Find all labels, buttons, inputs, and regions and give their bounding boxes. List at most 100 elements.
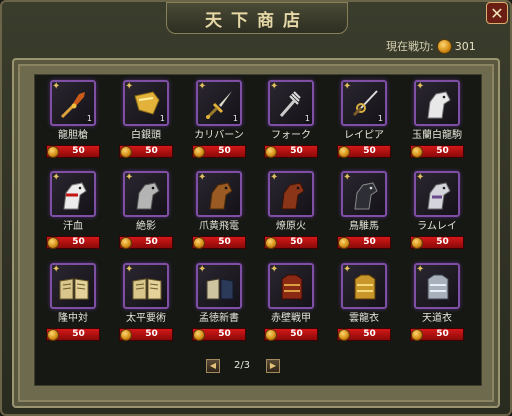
- silver-armor-icon: [422, 271, 454, 303]
- shop-item: ✦ 雲龍衣 50: [329, 259, 399, 349]
- red-armor-icon: [276, 271, 308, 303]
- item-name: 太平要術: [126, 313, 166, 324]
- shop-item: ✦ 玉蘭白龍駒 50: [402, 76, 472, 166]
- star-badge-icon: ✦: [416, 81, 425, 92]
- item-name: 玉蘭白龍駒: [412, 130, 462, 141]
- item-quantity: 1: [159, 114, 165, 123]
- item-quantity: 1: [377, 114, 383, 123]
- buy-button[interactable]: 50: [337, 328, 391, 341]
- item-slot[interactable]: ✦: [414, 171, 460, 217]
- star-badge-icon: ✦: [52, 264, 61, 275]
- buy-button[interactable]: 50: [410, 145, 464, 158]
- item-slot[interactable]: ✦ 1: [341, 80, 387, 126]
- coin-icon: [412, 146, 422, 157]
- prev-page-button[interactable]: ◀: [206, 359, 220, 373]
- buy-button[interactable]: 50: [46, 145, 100, 158]
- shop-item: ✦ 汗血 50: [38, 167, 108, 257]
- item-name: 鳥騅馬: [349, 221, 379, 232]
- buy-button[interactable]: 50: [192, 328, 246, 341]
- star-badge-icon: ✦: [198, 264, 207, 275]
- merit-display: 現在戦功: 301: [386, 38, 476, 54]
- coin-icon: [339, 146, 349, 157]
- buy-button[interactable]: 50: [410, 236, 464, 249]
- item-price: 50: [145, 329, 158, 339]
- item-price: 50: [436, 329, 449, 339]
- item-slot[interactable]: ✦: [196, 263, 242, 309]
- buy-button[interactable]: 50: [337, 236, 391, 249]
- sword-icon: [204, 88, 236, 120]
- buy-button[interactable]: 50: [337, 145, 391, 158]
- star-badge-icon: ✦: [270, 264, 279, 275]
- buy-button[interactable]: 50: [410, 328, 464, 341]
- item-price: 50: [290, 146, 303, 156]
- coin-icon: [194, 329, 204, 340]
- item-slot[interactable]: ✦: [50, 263, 96, 309]
- item-slot[interactable]: ✦: [268, 263, 314, 309]
- item-slot[interactable]: ✦: [341, 171, 387, 217]
- buy-button[interactable]: 50: [119, 236, 173, 249]
- buy-button[interactable]: 50: [192, 236, 246, 249]
- item-price: 50: [218, 146, 231, 156]
- item-slot[interactable]: ✦ 1: [50, 80, 96, 126]
- buy-button[interactable]: 50: [264, 145, 318, 158]
- coin-icon: [339, 237, 349, 248]
- item-price: 50: [218, 329, 231, 339]
- item-slot[interactable]: ✦: [196, 171, 242, 217]
- item-slot[interactable]: ✦ 1: [196, 80, 242, 126]
- item-slot[interactable]: ✦: [414, 80, 460, 126]
- item-slot[interactable]: ✦: [268, 171, 314, 217]
- shop-item: ✦ 太平要術 50: [111, 259, 181, 349]
- star-badge-icon: ✦: [343, 81, 352, 92]
- shop-item: ✦ 鳥騅馬 50: [329, 167, 399, 257]
- grey-horse-icon: [131, 179, 163, 211]
- coin-icon: [339, 329, 349, 340]
- item-slot[interactable]: ✦: [50, 171, 96, 217]
- close-button[interactable]: ✕: [486, 2, 508, 24]
- coin-icon: [437, 39, 451, 53]
- item-slot[interactable]: ✦: [414, 263, 460, 309]
- star-badge-icon: ✦: [52, 172, 61, 183]
- gold-armor-icon: [349, 271, 381, 303]
- shop-item: ✦ 1 フォーク 50: [256, 76, 326, 166]
- shop-item: ✦ 燎原火 50: [256, 167, 326, 257]
- item-name: 絶影: [136, 221, 156, 232]
- buy-button[interactable]: 50: [119, 328, 173, 341]
- item-price: 50: [72, 329, 85, 339]
- buy-button[interactable]: 50: [264, 328, 318, 341]
- item-name: 爪黄飛電: [199, 221, 239, 232]
- merit-label: 現在戦功:: [386, 40, 434, 53]
- item-slot[interactable]: ✦ 1: [123, 80, 169, 126]
- item-name: 龍胆槍: [58, 130, 88, 141]
- white-horse-red-icon: [58, 179, 90, 211]
- coin-icon: [412, 237, 422, 248]
- shop-item: ✦ 1 カリバーン 50: [184, 76, 254, 166]
- shop-item: ✦ 爪黄飛電 50: [184, 167, 254, 257]
- merit-value: 301: [454, 39, 476, 53]
- red-horse-icon: [276, 179, 308, 211]
- item-name: 赤壁戦甲: [271, 313, 311, 324]
- coin-icon: [48, 329, 58, 340]
- buy-button[interactable]: 50: [119, 145, 173, 158]
- item-slot[interactable]: ✦: [123, 171, 169, 217]
- coin-icon: [266, 329, 276, 340]
- buy-button[interactable]: 50: [192, 145, 246, 158]
- buy-button[interactable]: 50: [46, 236, 100, 249]
- coin-icon: [121, 146, 131, 157]
- title-bar: 天下商店: [166, 2, 348, 34]
- buy-button[interactable]: 50: [46, 328, 100, 341]
- item-slot[interactable]: ✦ 1: [268, 80, 314, 126]
- buy-button[interactable]: 50: [264, 236, 318, 249]
- item-name: ラムレイ: [417, 221, 457, 232]
- item-name: レイピア: [344, 130, 384, 141]
- item-name: 汗血: [63, 221, 83, 232]
- shop-item: ✦ 1 レイピア 50: [329, 76, 399, 166]
- coin-icon: [412, 329, 422, 340]
- star-badge-icon: ✦: [125, 264, 134, 275]
- item-slot[interactable]: ✦: [123, 263, 169, 309]
- item-slot[interactable]: ✦: [341, 263, 387, 309]
- coin-icon: [194, 146, 204, 157]
- item-price: 50: [363, 146, 376, 156]
- next-page-button[interactable]: ▶: [266, 359, 280, 373]
- black-horse-icon: [349, 179, 381, 211]
- item-name: 白銀頭: [131, 130, 161, 141]
